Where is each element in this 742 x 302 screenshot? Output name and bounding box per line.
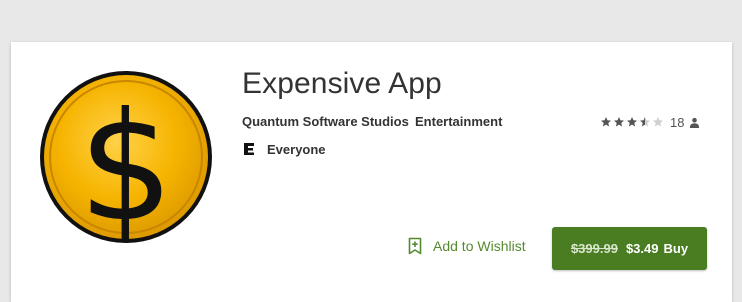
svg-text:$: $	[78, 81, 173, 245]
star-full-icon	[601, 117, 611, 127]
rating-count: 18	[670, 114, 685, 130]
rating-summary: 18	[600, 114, 700, 130]
esrb-e-icon	[243, 142, 255, 156]
developer-link[interactable]: Quantum Software Studios	[242, 114, 409, 129]
app-title: Expensive App	[242, 67, 442, 100]
wishlist-label: Add to Wishlist	[433, 238, 526, 254]
star-rating	[600, 116, 665, 128]
bookmark-add-icon	[408, 237, 422, 255]
content-rating: Everyone	[267, 142, 326, 157]
star-full-icon	[614, 117, 624, 127]
add-to-wishlist-button[interactable]: Add to Wishlist	[408, 237, 526, 255]
original-price: $399.99	[570, 241, 618, 256]
star-full-icon	[627, 117, 637, 127]
sale-price: $3.49	[625, 241, 659, 256]
category-link[interactable]: Entertainment	[415, 114, 502, 129]
dollar-coin-icon: $	[40, 71, 212, 245]
star-empty-icon	[653, 117, 663, 127]
person-icon	[690, 117, 700, 128]
buy-label: Buy	[663, 241, 689, 256]
star-half-icon	[640, 117, 650, 127]
buy-button[interactable]: $399.99 $3.49 Buy	[552, 227, 707, 270]
app-details-card: $ Expensive App Quantum Software Studios…	[11, 42, 732, 302]
